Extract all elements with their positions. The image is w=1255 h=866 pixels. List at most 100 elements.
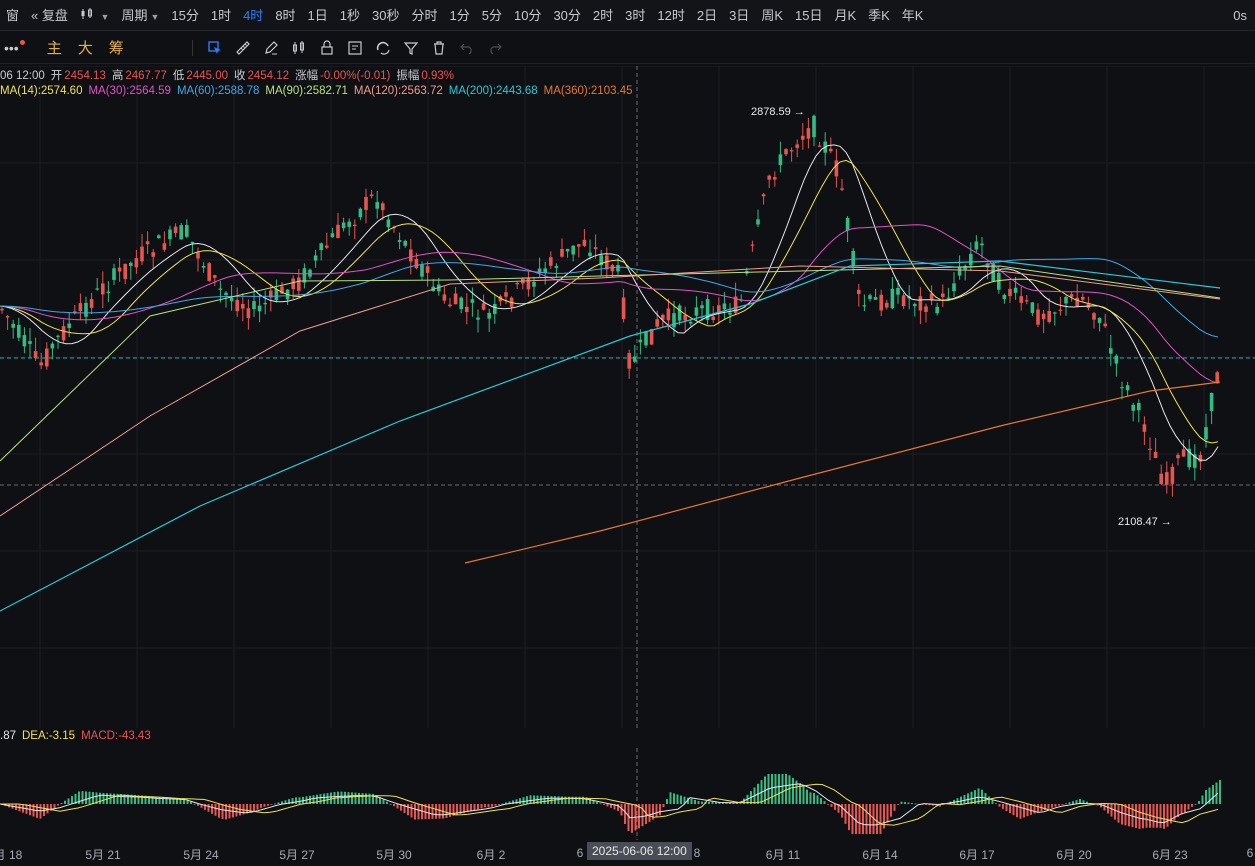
period-21[interactable]: 年K bbox=[896, 0, 930, 31]
chart-type-button[interactable]: ▼ bbox=[74, 0, 116, 31]
candle-body bbox=[89, 299, 94, 308]
candle-body bbox=[84, 302, 88, 317]
macd-bar bbox=[1180, 804, 1183, 815]
macd-bar bbox=[1037, 804, 1039, 813]
candle-body bbox=[207, 263, 211, 281]
macd-bar bbox=[676, 794, 679, 804]
candle-body bbox=[67, 323, 71, 328]
candle-body bbox=[879, 294, 883, 311]
macd-bar bbox=[484, 804, 486, 808]
period-dropdown[interactable]: 周期 ▼ bbox=[115, 0, 165, 31]
lock-icon[interactable] bbox=[313, 34, 341, 62]
pen-icon[interactable] bbox=[257, 34, 285, 62]
filter-icon[interactable] bbox=[397, 34, 425, 62]
high-label: 高 bbox=[111, 70, 124, 82]
candle-bars-icon[interactable] bbox=[285, 34, 313, 62]
period-15[interactable]: 2日 bbox=[691, 0, 723, 31]
price-chart[interactable] bbox=[0, 66, 1255, 728]
macd-bar bbox=[855, 804, 857, 834]
candle-body bbox=[750, 244, 755, 246]
candle-body bbox=[862, 305, 867, 307]
period-6[interactable]: 30秒 bbox=[366, 0, 405, 31]
magnet-icon[interactable] bbox=[369, 34, 397, 62]
candle-body bbox=[353, 224, 357, 227]
redo-icon[interactable] bbox=[481, 34, 509, 62]
ma-line-90 bbox=[0, 265, 1221, 462]
period-4[interactable]: 1日 bbox=[302, 0, 334, 31]
x-tick-label: 5月 24 bbox=[183, 848, 219, 862]
period-13[interactable]: 3时 bbox=[619, 0, 651, 31]
restore-button[interactable]: « 复盘 bbox=[25, 0, 74, 31]
candle-body bbox=[1198, 454, 1203, 462]
macd-bar bbox=[673, 793, 675, 804]
macd-bar bbox=[102, 792, 105, 804]
macd-bar bbox=[911, 803, 913, 804]
candle-body bbox=[358, 208, 363, 218]
candle-body bbox=[1064, 296, 1068, 304]
drawing-toolbar: ••• 主 大 筹 bbox=[0, 32, 1255, 64]
candle-body bbox=[11, 323, 15, 328]
macd-bar bbox=[351, 792, 353, 804]
restore-label: 复盘 bbox=[41, 7, 68, 23]
ruler-icon[interactable] bbox=[229, 34, 257, 62]
candle-body bbox=[789, 150, 794, 152]
macd-bar bbox=[1023, 804, 1025, 818]
macd-bar bbox=[893, 804, 896, 811]
candle-body bbox=[224, 292, 228, 296]
period-19[interactable]: 月K bbox=[828, 0, 862, 31]
window-button[interactable]: 窗 bbox=[0, 0, 25, 31]
macd-bar bbox=[274, 803, 276, 805]
candle-body bbox=[1103, 323, 1107, 327]
candle-body bbox=[487, 312, 491, 319]
macd-bar bbox=[431, 804, 434, 819]
period-9[interactable]: 5分 bbox=[476, 0, 508, 31]
big-indicator-tab[interactable]: 大 bbox=[78, 37, 93, 58]
candle-body bbox=[369, 194, 374, 197]
candle-body bbox=[857, 289, 861, 295]
macd-bar bbox=[792, 777, 794, 804]
period-7[interactable]: 分时 bbox=[405, 0, 443, 31]
period-17[interactable]: 周K bbox=[755, 0, 789, 31]
period-3[interactable]: 8时 bbox=[269, 0, 301, 31]
candle-body bbox=[386, 219, 391, 228]
macd-bar bbox=[1047, 804, 1050, 809]
ohlc-time: 06 12:00 bbox=[0, 70, 45, 82]
main-indicator-tab[interactable]: 主 bbox=[47, 37, 62, 58]
period-0[interactable]: 15分 bbox=[165, 0, 204, 31]
x-tick-label: 6月 20 bbox=[1056, 848, 1092, 862]
select-icon[interactable] bbox=[201, 34, 229, 62]
macd-bar bbox=[1138, 804, 1141, 829]
macd-bar bbox=[57, 804, 59, 806]
macd-bar bbox=[1061, 804, 1064, 805]
undo-icon[interactable] bbox=[453, 34, 481, 62]
period-18[interactable]: 15日 bbox=[789, 0, 828, 31]
period-12[interactable]: 2时 bbox=[587, 0, 619, 31]
more-dots-icon[interactable]: ••• bbox=[4, 40, 19, 56]
candle-body bbox=[974, 241, 979, 250]
x-tick-label: 6月 2 bbox=[476, 848, 506, 862]
period-8[interactable]: 1分 bbox=[444, 0, 476, 31]
macd-bar bbox=[60, 803, 63, 804]
period-16[interactable]: 3日 bbox=[723, 0, 755, 31]
macd-chart[interactable] bbox=[0, 748, 1255, 840]
period-14[interactable]: 12时 bbox=[651, 0, 690, 31]
note-icon[interactable] bbox=[341, 34, 369, 62]
macd-bar bbox=[64, 800, 66, 804]
period-11[interactable]: 30分 bbox=[547, 0, 586, 31]
trash-icon[interactable] bbox=[425, 34, 453, 62]
period-10[interactable]: 10分 bbox=[508, 0, 547, 31]
period-20[interactable]: 季K bbox=[862, 0, 896, 31]
candle-body bbox=[1030, 302, 1035, 313]
candle-body bbox=[241, 303, 245, 309]
macd-bar bbox=[1065, 803, 1067, 805]
macd-bar bbox=[354, 792, 357, 804]
candle-body bbox=[151, 252, 155, 257]
period-2[interactable]: 4时 bbox=[237, 0, 269, 31]
macd-bar bbox=[323, 793, 325, 804]
period-5[interactable]: 1秒 bbox=[334, 0, 366, 31]
period-1[interactable]: 1时 bbox=[205, 0, 237, 31]
macd-bar bbox=[823, 801, 826, 804]
chip-indicator-tab[interactable]: 筹 bbox=[109, 37, 124, 58]
candle-body bbox=[246, 308, 251, 319]
macd-bar bbox=[991, 799, 994, 804]
